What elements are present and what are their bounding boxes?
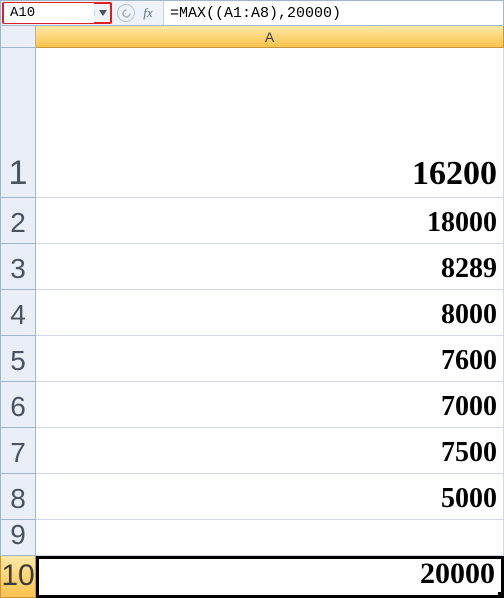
row-header[interactable]: 8	[0, 474, 36, 520]
select-all-corner[interactable]	[0, 26, 36, 48]
row-header[interactable]: 6	[0, 382, 36, 428]
row-header[interactable]: 9	[0, 520, 36, 556]
row-header[interactable]: 1	[0, 48, 36, 198]
cell[interactable]: 8000	[36, 290, 504, 336]
name-box-highlight	[2, 2, 112, 24]
cell[interactable]: 7000	[36, 382, 504, 428]
name-box[interactable]	[4, 3, 94, 23]
cancel-icon[interactable]	[117, 4, 135, 22]
row-header[interactable]: 7	[0, 428, 36, 474]
row-header[interactable]: 4	[0, 290, 36, 336]
insert-function-button[interactable]: fx	[137, 5, 159, 21]
cell[interactable]	[36, 520, 504, 556]
formula-input[interactable]	[163, 1, 503, 25]
formula-bar-buttons: fx	[113, 1, 163, 25]
row-header[interactable]: 2	[0, 198, 36, 244]
column-header-A[interactable]: A	[36, 26, 504, 48]
cell[interactable]: 18000	[36, 198, 504, 244]
name-box-dropdown[interactable]	[94, 10, 110, 16]
formula-bar: fx	[0, 0, 504, 26]
chevron-down-icon	[99, 10, 107, 16]
row-header[interactable]: 3	[0, 244, 36, 290]
cell[interactable]: 5000	[36, 474, 504, 520]
cell[interactable]: 16200	[36, 48, 504, 198]
cell[interactable]: 8289	[36, 244, 504, 290]
row-header[interactable]: 5	[0, 336, 36, 382]
cell[interactable]: 7500	[36, 428, 504, 474]
cell-selected[interactable]: 20000	[36, 556, 504, 598]
cell[interactable]: 7600	[36, 336, 504, 382]
row-header[interactable]: 10	[0, 556, 36, 598]
worksheet-grid: A 1 16200 2 18000 3 8289 4 8000 5 7600 6…	[0, 26, 504, 598]
